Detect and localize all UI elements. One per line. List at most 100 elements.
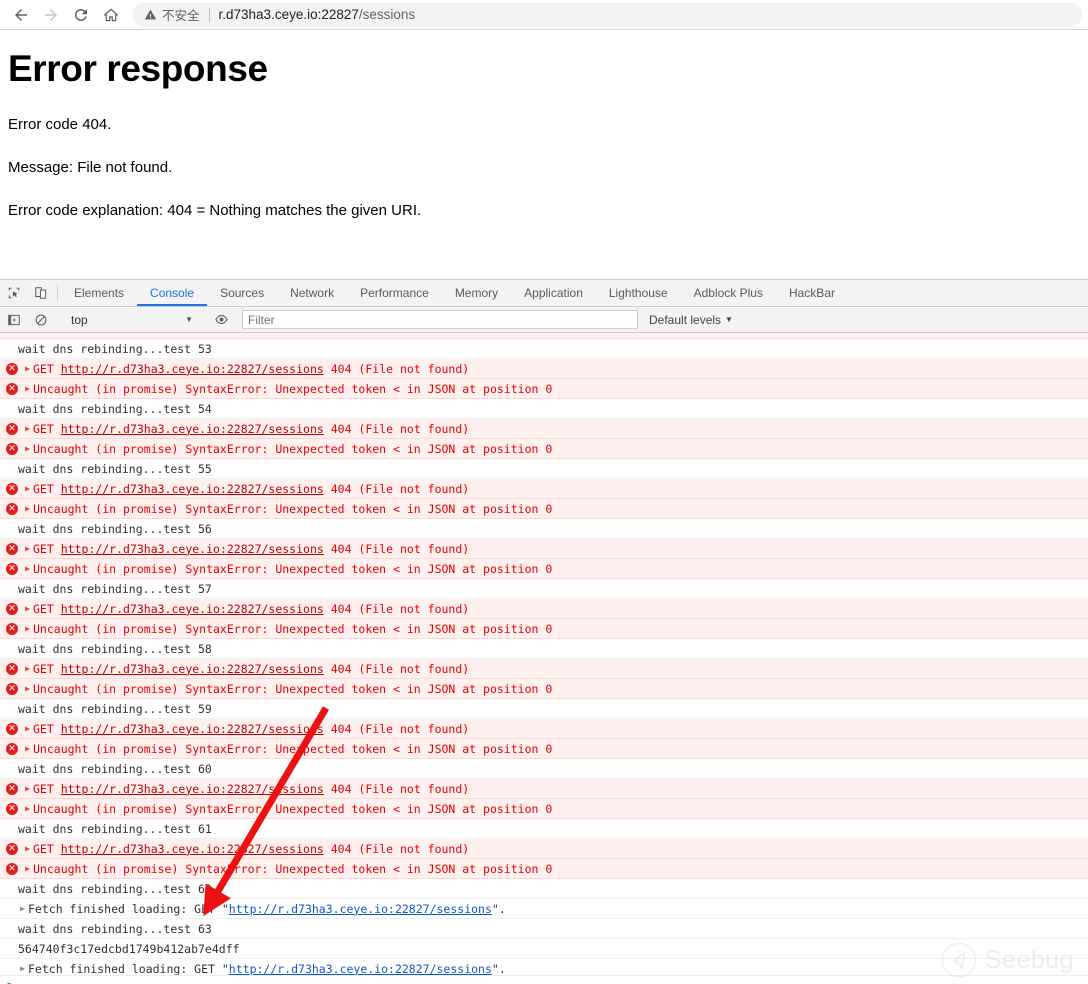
expander-triangle-icon[interactable]: ▶ [18,959,27,975]
console-message-text: wait dns rebinding...test 55 [18,461,212,476]
console-row-error[interactable]: ✕ ▶ GET http://r.d73ha3.ceye.io:22827/sess… [0,539,1088,559]
expander-triangle-icon[interactable]: ▶ [23,799,32,818]
console-row-error[interactable]: ✕ ▶ Uncaught (in promise) SyntaxError: Une… [0,739,1088,759]
expander-triangle-icon[interactable]: ▶ [23,379,32,398]
forward-button[interactable] [36,1,66,29]
console-row-log[interactable]: wait dns rebinding...test 62 [0,879,1088,899]
console-row-log[interactable]: wait dns rebinding...test 54 [0,399,1088,419]
expander-triangle-icon[interactable]: ▶ [23,619,32,638]
tab-elements[interactable]: Elements [61,280,137,306]
console-message-url[interactable]: http://r.d73ha3.ceye.io:22827/sessions [61,359,324,378]
log-level-dropdown[interactable]: Default levels ▼ [649,313,733,327]
console-message-url[interactable]: http://r.d73ha3.ceye.io:22827/sessions [61,539,324,558]
tab-console[interactable]: Console [137,280,207,306]
console-message-url[interactable]: http://r.d73ha3.ceye.io:22827/sessions [61,839,324,858]
console-filter-input[interactable] [242,310,638,329]
expander-triangle-icon[interactable]: ▶ [23,439,32,458]
console-prompt-row[interactable]: > [0,975,1088,984]
console-row-error[interactable]: ✕ ▶ GET http://r.d73ha3.ceye.io:22827/sess… [0,599,1088,619]
console-sidebar-toggle-button[interactable] [0,313,27,327]
expander-triangle-icon[interactable]: ▶ [23,599,32,618]
console-row-log[interactable]: wait dns rebinding...test 61 [0,819,1088,839]
console-row-log[interactable]: wait dns rebinding...test 59 [0,699,1088,719]
expander-triangle-icon[interactable]: ▶ [23,679,32,698]
expander-triangle-icon[interactable]: ▶ [23,859,32,878]
clear-console-button[interactable] [27,313,54,327]
inspect-element-button[interactable] [0,280,27,306]
console-message-text: GET [33,481,61,496]
expander-triangle-icon[interactable]: ▶ [23,539,32,558]
security-status[interactable]: 不安全 [144,5,200,24]
device-toolbar-button[interactable] [27,280,54,306]
tab-network[interactable]: Network [277,280,347,306]
expander-triangle-icon[interactable]: ▶ [23,719,32,738]
execution-context-dropdown[interactable]: top ▼ [61,307,201,332]
console-row-output[interactable]: 564740f3c17edcbd1749b412ab7e4dff [0,939,1088,959]
console-message-suffix: 404 (File not found) [323,421,470,436]
console-row-error[interactable]: ✕ ▶ Uncaught (in promise) SyntaxError: Une… [0,859,1088,879]
console-message-url[interactable]: http://r.d73ha3.ceye.io:22827/sessions [61,479,324,498]
console-message-url[interactable]: http://r.d73ha3.ceye.io:22827/sessions [229,959,492,976]
tab-memory[interactable]: Memory [442,280,511,306]
console-row-error[interactable]: ✕ ▶ GET http://r.d73ha3.ceye.io:22827/sess… [0,479,1088,499]
tab-performance[interactable]: Performance [347,280,442,306]
expander-triangle-icon[interactable]: ▶ [23,359,32,378]
console-message-url[interactable]: http://r.d73ha3.ceye.io:22827/sessions [61,599,324,618]
console-message-url[interactable]: http://r.d73ha3.ceye.io:22827/sessions [61,719,324,738]
expander-triangle-icon[interactable]: ▶ [18,899,27,918]
console-row-error[interactable]: ✕ ▶ GET http://r.d73ha3.ceye.io:22827/sess… [0,659,1088,679]
url-path: /sessions [358,7,416,22]
console-row-fetch[interactable]: ▶ Fetch finished loading: GET " http://r.d… [0,959,1088,975]
expander-triangle-icon[interactable]: ▶ [23,779,32,798]
expander-triangle-icon[interactable]: ▶ [23,419,32,438]
console-message-url[interactable]: http://r.d73ha3.ceye.io:22827/sessions [61,659,324,678]
expander-triangle-icon[interactable]: ▶ [23,559,32,578]
expander-triangle-icon[interactable]: ▶ [23,479,32,498]
console-row-log[interactable]: wait dns rebinding...test 55 [0,459,1088,479]
console-message-text: Uncaught (in promise) SyntaxError: Unexp… [33,741,553,756]
warning-triangle-icon [144,9,157,20]
back-button[interactable] [6,1,36,29]
console-message-url[interactable]: http://r.d73ha3.ceye.io:22827/sessions [61,779,324,798]
tab-application[interactable]: Application [511,280,596,306]
address-bar[interactable]: 不安全 r.d73ha3.ceye.io:22827/sessions [132,2,1082,27]
console-row-log[interactable]: wait dns rebinding...test 57 [0,579,1088,599]
console-row-error[interactable]: ✕ ▶ Uncaught (in promise) SyntaxError: Une… [0,799,1088,819]
console-message-suffix: 404 (File not found) [323,361,470,376]
live-expression-button[interactable] [208,312,235,327]
tab-adblock-plus[interactable]: Adblock Plus [681,280,776,306]
console-row-log[interactable]: wait dns rebinding...test 56 [0,519,1088,539]
console-row-error[interactable]: ✕ ▶ GET http://r.d73ha3.ceye.io:22827/sess… [0,359,1088,379]
console-row-error[interactable]: ✕ ▶ Uncaught (in promise) SyntaxError: Une… [0,559,1088,579]
error-circle-icon: ✕ [6,722,18,735]
console-row-error[interactable]: ✕ ▶ GET http://r.d73ha3.ceye.io:22827/sess… [0,419,1088,439]
console-row-error[interactable]: ✕ ▶ Uncaught (in promise) SyntaxError: Une… [0,499,1088,519]
console-message-url[interactable]: http://r.d73ha3.ceye.io:22827/sessions [61,419,324,438]
tab-sources[interactable]: Sources [207,280,277,306]
console-row-error[interactable]: ✕ ▶ GET http://r.d73ha3.ceye.io:22827/sess… [0,719,1088,739]
console-row-fetch[interactable]: ▶ Fetch finished loading: GET " http://r.d… [0,899,1088,919]
home-button[interactable] [96,1,126,29]
console-row-error[interactable]: ✕ ▶ Uncaught (in promise) SyntaxError: Une… [0,439,1088,459]
expander-triangle-icon[interactable]: ▶ [23,739,32,758]
page-body: Error response Error code 404. Message: … [0,48,1088,279]
console-row-error[interactable]: ✕ ▶ Uncaught (in promise) SyntaxError: Une… [0,679,1088,699]
console-row-log[interactable]: wait dns rebinding...test 63 [0,919,1088,939]
console-row-log[interactable]: wait dns rebinding...test 53 [0,339,1088,359]
console-row-error[interactable]: ✕ ▶ GET http://r.d73ha3.ceye.io:22827/sess… [0,839,1088,859]
console-message-url[interactable]: http://r.d73ha3.ceye.io:22827/sessions [229,899,492,918]
tab-hackbar[interactable]: HackBar [776,280,848,306]
console-row-log[interactable]: wait dns rebinding...test 60 [0,759,1088,779]
reload-button[interactable] [66,1,96,29]
console-message-list[interactable]: wait dns rebinding...test 53 ✕ ▶ GET http:/… [0,333,1088,975]
expander-triangle-icon[interactable]: ▶ [23,659,32,678]
tab-lighthouse[interactable]: Lighthouse [596,280,681,306]
expander-triangle-icon[interactable]: ▶ [23,499,32,518]
console-row-error[interactable]: ✕ ▶ Uncaught (in promise) SyntaxError: Une… [0,379,1088,399]
console-row-log[interactable]: wait dns rebinding...test 58 [0,639,1088,659]
console-message-suffix: 404 (File not found) [323,661,470,676]
error-circle-icon: ✕ [6,502,18,515]
console-row-error[interactable]: ✕ ▶ Uncaught (in promise) SyntaxError: Une… [0,619,1088,639]
expander-triangle-icon[interactable]: ▶ [23,839,32,858]
console-row-error[interactable]: ✕ ▶ GET http://r.d73ha3.ceye.io:22827/sess… [0,779,1088,799]
